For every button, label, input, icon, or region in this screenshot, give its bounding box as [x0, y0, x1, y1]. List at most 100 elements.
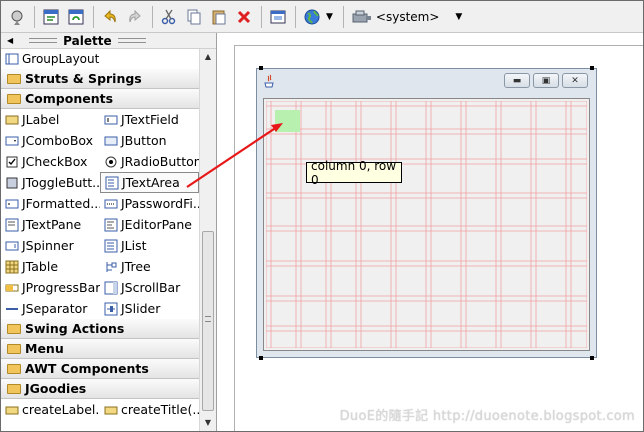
category-label: JGoodies — [25, 381, 87, 396]
palette-item-jlabel[interactable]: JLabel — [1, 109, 100, 130]
palette-item-label: JProgressBar — [22, 280, 100, 295]
category-menu[interactable]: Menu — [1, 339, 199, 359]
resize-handle[interactable] — [590, 66, 594, 70]
content-pane[interactable] — [263, 98, 590, 351]
minimize-button[interactable]: ▬ — [504, 73, 530, 88]
palette-item-jtextfield[interactable]: JTextField — [100, 109, 199, 130]
category-struts-springs[interactable]: Struts & Springs — [1, 69, 199, 89]
look-and-feel-selector[interactable]: <system> ▼ — [352, 5, 462, 29]
look-and-feel-icon — [352, 10, 371, 22]
palette-item-jslider[interactable]: JSlider — [100, 298, 199, 319]
resize-handle[interactable] — [259, 66, 263, 70]
externalize-strings-button[interactable] — [300, 5, 324, 29]
jframe-title-bar: ▬ ▣ ✕ — [257, 69, 596, 93]
palette-item-jcombobox[interactable]: JComboBox — [1, 130, 100, 151]
category-label: Components — [25, 91, 114, 106]
collapse-left-icon[interactable]: ◀ — [7, 36, 13, 45]
palette-item-label: JTree — [121, 259, 151, 274]
paste-button[interactable] — [207, 5, 231, 29]
palette-item-label: JTextField — [121, 112, 179, 127]
palette-item-createtitle[interactable]: createTitle(... — [100, 399, 199, 420]
toolbar: ▼ <system> ▼ — [1, 1, 643, 33]
palette-item-jradiobutton[interactable]: JRadioButton — [100, 151, 199, 172]
jeditorpane-icon — [104, 218, 118, 232]
resize-handle[interactable] — [259, 356, 263, 360]
scrollbar-thumb[interactable] — [202, 231, 214, 411]
grip-icon[interactable] — [117, 38, 146, 43]
jlabel-icon — [5, 113, 19, 127]
palette-row: JToggleButt... JTextArea — [1, 172, 199, 193]
maximize-icon: ▣ — [541, 75, 551, 86]
globe-icon — [304, 9, 320, 24]
palette-item-createlabel[interactable]: createLabel... — [1, 399, 100, 420]
palette-item-label: JCheckBox — [22, 154, 88, 169]
toolbar-separator — [152, 5, 153, 28]
scroll-down-icon[interactable]: ▼ — [200, 415, 216, 431]
palette-item-jeditorpane[interactable]: JEditorPane — [100, 214, 199, 235]
palette-item-jtextarea[interactable]: JTextArea — [100, 172, 199, 193]
grouplayout-icon — [5, 52, 19, 66]
folder-open-icon — [7, 383, 21, 394]
palette-item-label: createTitle(... — [121, 402, 199, 417]
palette-row: JCheckBox JRadioButton — [1, 151, 199, 172]
palette-item-jcheckbox[interactable]: JCheckBox — [1, 151, 100, 172]
jformatted-icon — [5, 197, 19, 211]
jframe-preview[interactable]: ▬ ▣ ✕ — [256, 66, 597, 360]
resize-handle[interactable] — [590, 356, 594, 360]
refresh-button[interactable] — [64, 5, 88, 29]
palette-item-jpasswordfi[interactable]: JPasswordFi... — [100, 193, 199, 214]
palette-item-label: GroupLayout — [22, 52, 100, 66]
jtextarea-icon — [105, 176, 119, 190]
title-factory-icon — [104, 403, 118, 417]
switch-to-code-button[interactable] — [39, 5, 63, 29]
palette-item-label: JRadioButton — [121, 154, 199, 169]
category-components[interactable]: Components — [1, 89, 199, 109]
highlighted-cell — [275, 110, 300, 132]
category-awt-components[interactable]: AWT Components — [1, 359, 199, 379]
copy-icon — [187, 9, 201, 24]
redo-icon — [129, 9, 141, 22]
test-gui-button[interactable] — [266, 5, 290, 29]
copy-button[interactable] — [182, 5, 206, 29]
palette-item-label: createLabel... — [22, 402, 100, 417]
jprogressbar-icon — [5, 281, 19, 295]
properties-button[interactable] — [5, 5, 29, 29]
jtogglebutt-icon — [5, 176, 19, 190]
palette-scrollbar[interactable]: ▲ ▼ — [199, 49, 216, 431]
jcheckbox-icon — [5, 155, 19, 169]
maximize-button[interactable]: ▣ — [533, 73, 559, 88]
redo-button[interactable] — [123, 5, 147, 29]
watermark: DuoE的隨手記 http://duoenote.blogspot.com — [339, 409, 635, 424]
palette-item-label: JPasswordFi... — [121, 196, 199, 211]
palette-item-jtree[interactable]: JTree — [100, 256, 199, 277]
palette-item-jformatted[interactable]: JFormatted... — [1, 193, 100, 214]
jlist-icon — [104, 239, 118, 253]
design-canvas[interactable]: ▬ ▣ ✕ — [218, 33, 643, 431]
palette-row: JProgressBar JScrollBar — [1, 277, 199, 298]
scroll-up-icon[interactable]: ▲ — [200, 49, 216, 65]
category-jgoodies[interactable]: JGoodies — [1, 379, 199, 399]
chevron-down-icon[interactable]: ▼ — [326, 12, 333, 22]
palette-item-jlist[interactable]: JList — [100, 235, 199, 256]
delete-button[interactable] — [232, 5, 256, 29]
gridbag-grid — [266, 101, 587, 348]
jpasswordfi-icon — [104, 197, 118, 211]
palette-item-jseparator[interactable]: JSeparator — [1, 298, 100, 319]
palette-item-jtable[interactable]: JTable — [1, 256, 100, 277]
close-icon: ✕ — [571, 75, 579, 86]
palette-item-jscrollbar[interactable]: JScrollBar — [100, 277, 199, 298]
undo-icon — [104, 9, 116, 22]
palette-item-jspinner[interactable]: JSpinner — [1, 235, 100, 256]
undo-button[interactable] — [98, 5, 122, 29]
palette-item-jtextpane[interactable]: JTextPane — [1, 214, 100, 235]
palette-item-jprogressbar[interactable]: JProgressBar — [1, 277, 100, 298]
palette-item-jbutton[interactable]: JButton — [100, 130, 199, 151]
close-button[interactable]: ✕ — [562, 73, 588, 88]
preview-window-icon — [270, 10, 286, 23]
category-swing-actions[interactable]: Swing Actions — [1, 319, 199, 339]
palette-item-jtogglebutt[interactable]: JToggleButt... — [1, 172, 100, 193]
palette-item-grouplayout[interactable]: GroupLayout — [1, 49, 199, 69]
palette-panel: ◀ Palette GroupLayout Struts & Springs C… — [1, 33, 217, 431]
cut-button[interactable] — [157, 5, 181, 29]
grip-icon[interactable] — [29, 38, 58, 43]
